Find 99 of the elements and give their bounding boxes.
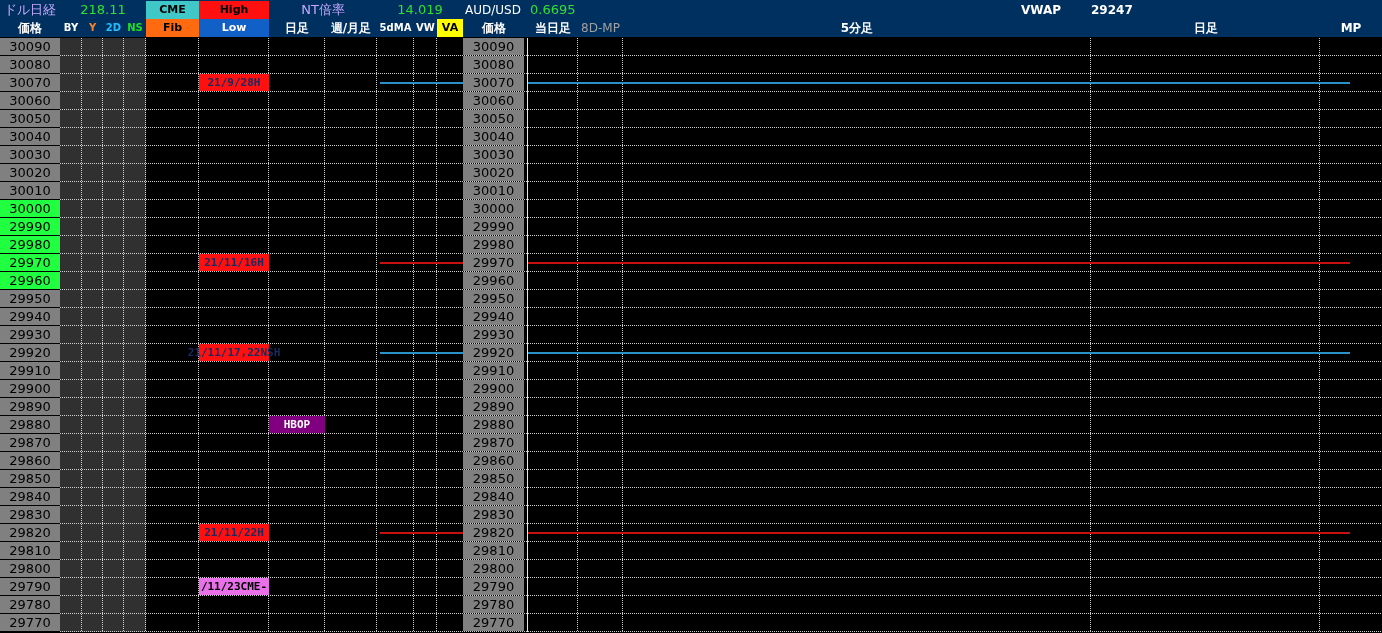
price-cell: 30060 — [463, 92, 524, 109]
price-cell: 29870 — [0, 434, 60, 451]
header-label: High — [199, 0, 269, 19]
price-cell: 29920 — [0, 344, 60, 361]
price-cell: 29810 — [463, 542, 524, 559]
price-cell: 29970 — [463, 254, 524, 271]
price-cell: 30040 — [463, 128, 524, 145]
column-header: 5分足 — [839, 20, 875, 37]
price-cell: 29910 — [0, 362, 60, 379]
price-cell: 29960 — [463, 272, 524, 289]
column-header: VA — [437, 19, 463, 37]
price-cell: 30000 — [463, 200, 524, 217]
price-cell: 29940 — [463, 308, 524, 325]
price-cell: 29850 — [0, 470, 60, 487]
header-value: 14.019 — [396, 0, 444, 19]
header-label: VWAP — [1019, 1, 1062, 19]
price-cell: 29870 — [463, 434, 524, 451]
price-cell: 29860 — [463, 452, 524, 469]
header-value: 0.6695 — [529, 0, 577, 19]
column-header: NS — [126, 21, 144, 35]
price-cell: 30060 — [0, 92, 60, 109]
price-cell: 29990 — [0, 218, 60, 235]
price-cell: 29980 — [0, 236, 60, 253]
price-cell: 29950 — [463, 290, 524, 307]
header-label: CME — [146, 0, 199, 19]
header-value: 218.11 — [79, 0, 127, 19]
price-cell: 30090 — [463, 38, 524, 55]
price-cell: 29960 — [0, 272, 60, 289]
price-cell: 29950 — [0, 290, 60, 307]
price-cell: 29970 — [0, 254, 60, 271]
column-header: 2D — [104, 21, 123, 35]
column-header: 5dMA — [378, 21, 413, 35]
column-header: 価格 — [17, 20, 43, 37]
price-cell: 29890 — [463, 398, 524, 415]
price-cell: 30040 — [0, 128, 60, 145]
price-cell: 30020 — [463, 164, 524, 181]
column-header: 日足 — [1192, 20, 1219, 37]
price-cell: 29930 — [463, 326, 524, 343]
price-cell: 29770 — [0, 614, 60, 631]
column-header: Fib — [146, 19, 199, 37]
header-label: ドル日経 — [3, 0, 57, 19]
price-cell: 29920 — [463, 344, 524, 361]
price-cell: 29910 — [463, 362, 524, 379]
header-label: AUD/USD — [464, 1, 522, 19]
price-cell: 29820 — [0, 524, 60, 541]
price-cell: 30050 — [0, 110, 60, 127]
price-cell: 29900 — [0, 380, 60, 397]
column-header: BY — [62, 21, 80, 35]
level-tag: 21/11/22H — [199, 524, 269, 541]
column-header: 週/月足 — [329, 20, 373, 37]
price-cell: 29800 — [463, 560, 524, 577]
price-cell: 29830 — [463, 506, 524, 523]
price-cell: 30070 — [463, 74, 524, 91]
price-cell: 29840 — [463, 488, 524, 505]
level-tag: HBOP — [269, 416, 325, 433]
price-cell: 29780 — [463, 596, 524, 613]
price-cell: 29900 — [463, 380, 524, 397]
price-cell: 29980 — [463, 236, 524, 253]
level-tag: /11/23CME- — [199, 578, 269, 595]
price-cell: 30090 — [0, 38, 60, 55]
column-header: 日足 — [284, 20, 310, 37]
price-cell: 29820 — [463, 524, 524, 541]
column-header: 8D-MP — [580, 20, 621, 37]
price-cell: 29840 — [0, 488, 60, 505]
price-cell: 29800 — [0, 560, 60, 577]
price-cell: 30080 — [463, 56, 524, 73]
level-tag: 21/11/16H — [199, 254, 269, 271]
column-header: VW — [415, 21, 436, 35]
price-cell: 29790 — [463, 578, 524, 595]
price-cell: 30050 — [463, 110, 524, 127]
price-cell: 29860 — [0, 452, 60, 469]
price-cell: 30030 — [463, 146, 524, 163]
price-cell: 29880 — [463, 416, 524, 433]
price-cell: 30010 — [463, 182, 524, 199]
price-cell: 30080 — [0, 56, 60, 73]
header-label: NT倍率 — [300, 0, 346, 19]
column-header: 当日足 — [534, 20, 572, 37]
column-header: 価格 — [480, 20, 507, 37]
price-cell: 30010 — [0, 182, 60, 199]
price-cell: 29990 — [463, 218, 524, 235]
price-cell: 29790 — [0, 578, 60, 595]
level-tag: 21/9/28H — [199, 74, 269, 91]
column-header: MP — [1339, 20, 1363, 37]
price-cell: 29770 — [463, 614, 524, 631]
header-label: 29247 — [1091, 1, 1134, 19]
price-cell: 30020 — [0, 164, 60, 181]
price-cell: 30000 — [0, 200, 60, 217]
price-cell: 29890 — [0, 398, 60, 415]
price-cell: 30030 — [0, 146, 60, 163]
price-cell: 29810 — [0, 542, 60, 559]
price-cell: 30070 — [0, 74, 60, 91]
column-header: Low — [199, 19, 269, 37]
price-cell: 29930 — [0, 326, 60, 343]
price-cell: 29830 — [0, 506, 60, 523]
price-cell: 29850 — [463, 470, 524, 487]
column-header: Y — [87, 21, 98, 35]
price-cell: 29940 — [0, 308, 60, 325]
price-cell: 29880 — [0, 416, 60, 433]
price-cell: 29780 — [0, 596, 60, 613]
